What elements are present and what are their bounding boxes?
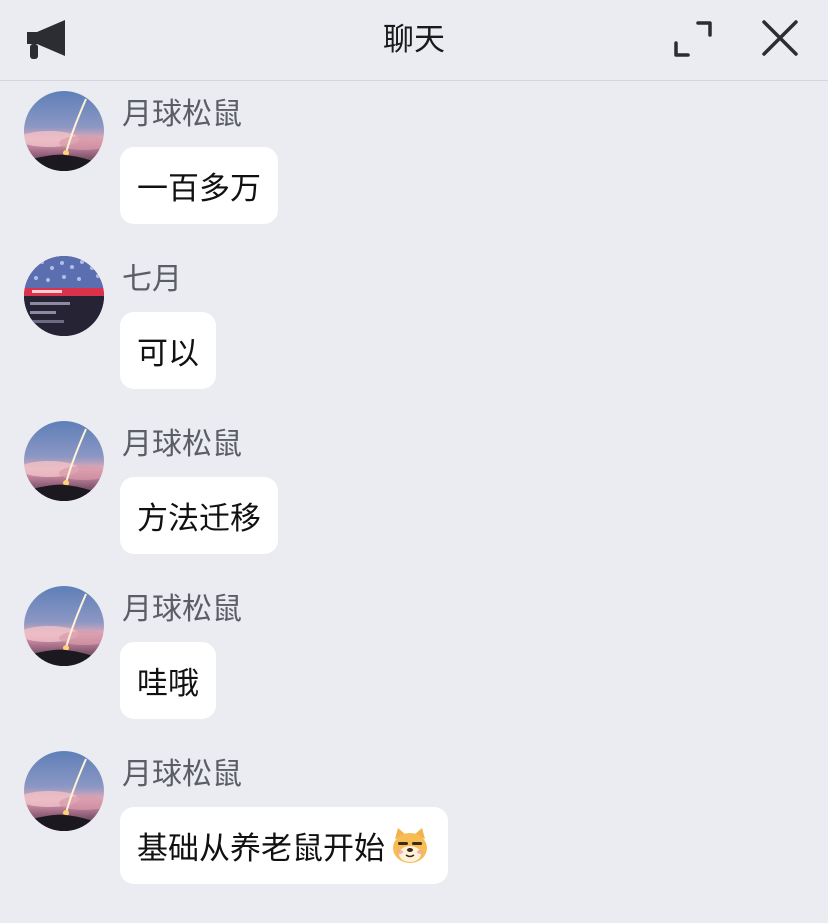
sender-name: 月球松鼠 [122,757,242,792]
message-text: 方法迁移 [137,501,261,537]
sender-name: 月球松鼠 [122,427,242,462]
rocket-launch-avatar-image [24,751,104,831]
sender-name: 七月 [122,262,182,297]
message-item: 月球松鼠 方法迁移 [0,411,828,561]
rocket-launch-avatar-image [24,421,104,501]
doge-emoji-icon [393,827,427,863]
avatar[interactable] [24,421,104,501]
rocket-launch-avatar-image [24,586,104,666]
message-bubble[interactable]: 基础从养老鼠开始 [120,807,448,884]
sender-name: 月球松鼠 [122,592,242,627]
expand-icon[interactable] [672,19,714,59]
message-bubble[interactable]: 一百多万 [120,147,278,224]
message-item: 月球松鼠 基础从养老鼠开始 [0,741,828,891]
message-item: 七月 可以 [0,246,828,396]
message-bubble[interactable]: 方法迁移 [120,477,278,554]
avatar[interactable] [24,91,104,171]
message-bubble[interactable]: 可以 [120,312,216,389]
avatar[interactable] [24,256,104,336]
message-text: 一百多万 [137,171,261,207]
rocket-launch-avatar-image [24,91,104,171]
close-icon[interactable] [760,18,800,58]
message-list[interactable]: 月球松鼠 一百多万 七月 可以 月球松鼠 方法迁移 月球松鼠 哇哦 月球松鼠 基… [0,81,828,923]
message-text: 基础从养老鼠开始 [137,831,385,867]
message-bubble[interactable]: 哇哦 [120,642,216,719]
message-item: 月球松鼠 哇哦 [0,576,828,726]
message-item: 月球松鼠 一百多万 [0,81,828,231]
sender-name: 月球松鼠 [122,97,242,132]
message-text: 哇哦 [137,666,199,702]
avatar[interactable] [24,751,104,831]
avatar[interactable] [24,586,104,666]
message-text: 可以 [137,336,199,372]
stadium-screenshot-avatar-image [24,256,104,336]
chat-header: 聊天 [0,0,828,81]
